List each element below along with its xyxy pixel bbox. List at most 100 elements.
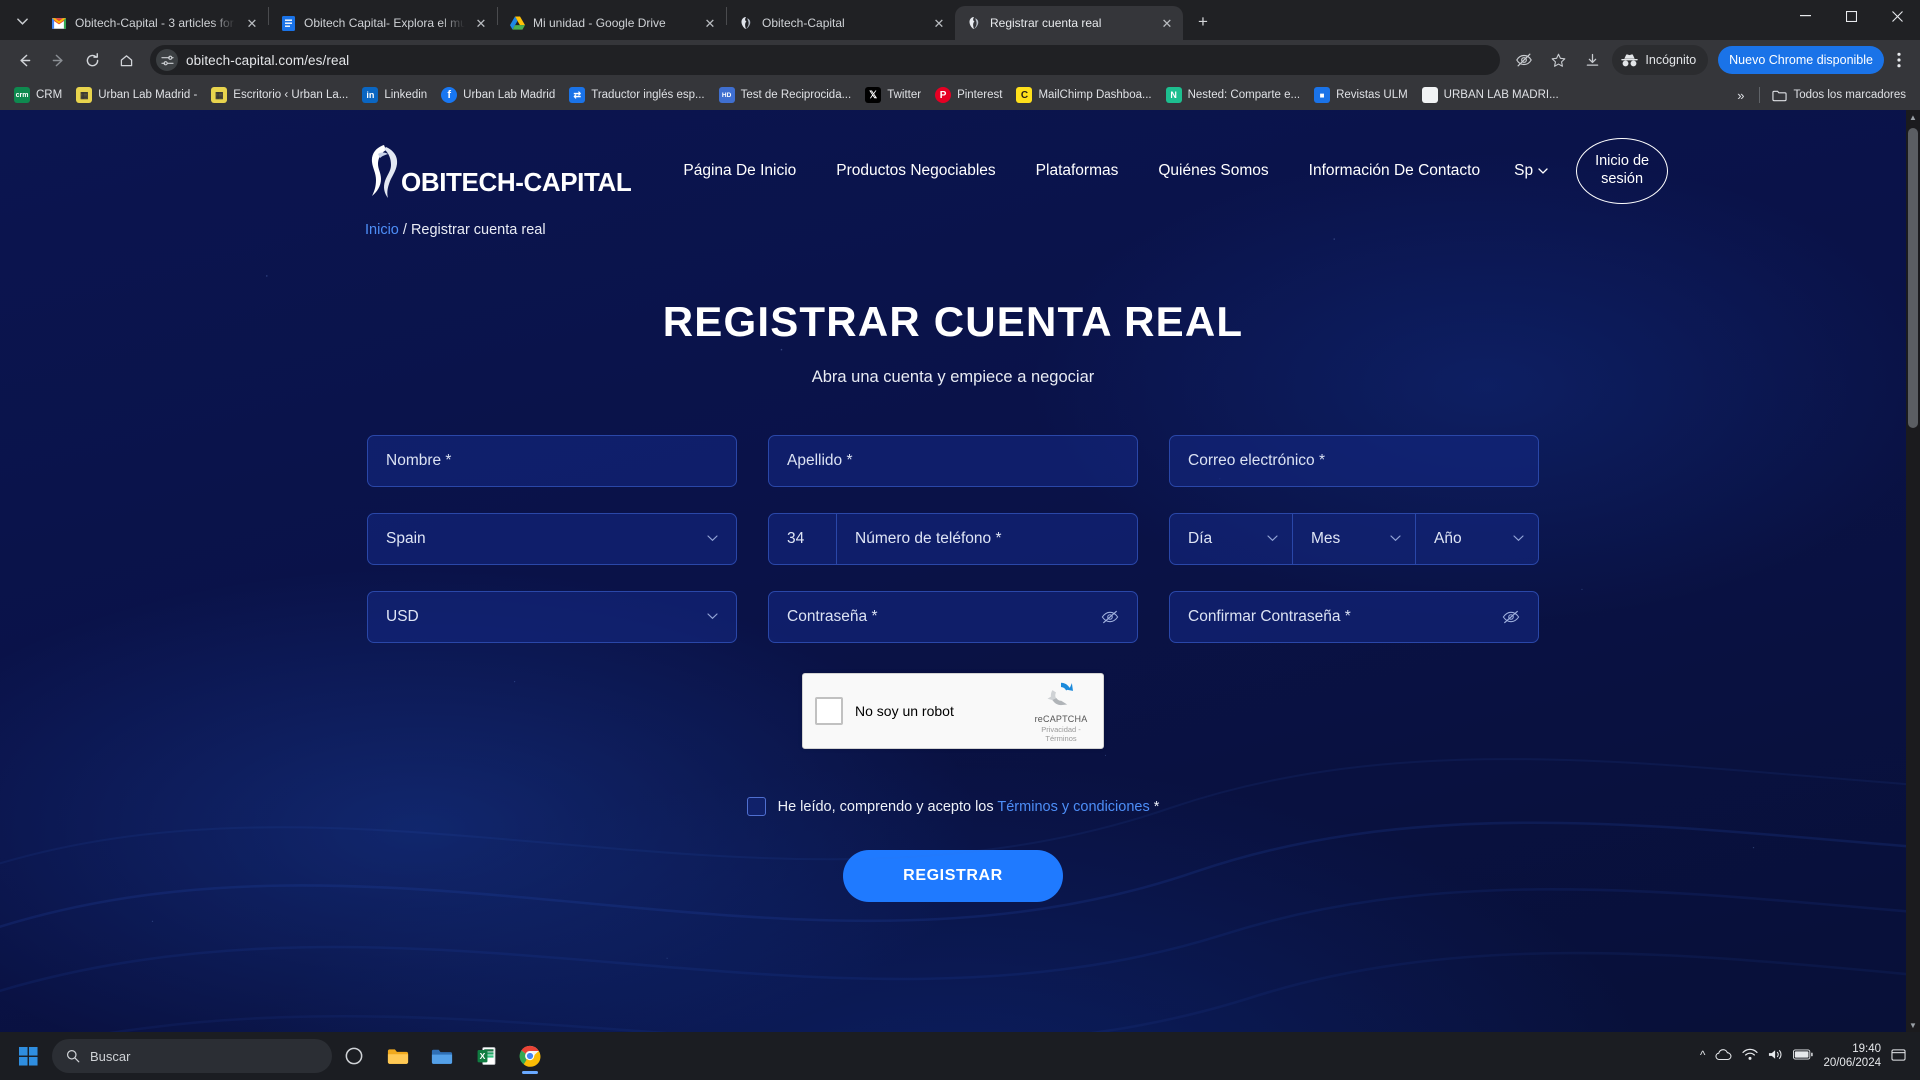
bookmark-item[interactable]: 𝕏 Twitter [859,84,927,106]
phone-country-code[interactable]: 34 [769,514,837,564]
bookmark-item[interactable]: ⇄ Traductor inglés esp... [563,84,710,106]
form-row-country-phone-dob: Spain 34 Número de teléfono * Día Mes Añ… [367,513,1539,565]
home-icon[interactable] [110,44,142,76]
new-tab-button[interactable]: + [1189,8,1217,36]
escritorio-icon: ▦ [211,87,228,103]
toggle-confirm-password-visibility-icon[interactable] [1502,609,1520,625]
year-select[interactable]: Año [1416,514,1538,564]
chrome-update-button[interactable]: Nuevo Chrome disponible [1718,46,1884,74]
tab-search-button[interactable] [8,7,36,35]
browser-tab[interactable]: Obitech Capital- Explora el mu ✕ [269,6,497,40]
taskbar-app-file-explorer[interactable] [420,1036,464,1076]
register-button[interactable]: REGISTRAR [843,850,1063,902]
day-select[interactable]: Día [1170,514,1293,564]
tab-close-icon[interactable]: ✕ [473,15,489,31]
back-arrow-icon[interactable] [8,44,40,76]
tune-icon[interactable] [156,49,178,71]
bookmark-item[interactable]: crm CRM [8,84,68,106]
incognito-indicator[interactable]: Incógnito [1612,45,1709,75]
bookmark-item[interactable]: ▦ Urban Lab Madrid - [70,84,203,106]
taskbar-app-chrome[interactable] [508,1036,552,1076]
network-icon[interactable] [1742,1048,1759,1064]
third-party-cookie-blocked-icon[interactable] [1508,44,1540,76]
login-button[interactable]: Inicio de sesión [1576,138,1669,204]
minimize-button[interactable] [1782,0,1828,32]
email-input[interactable]: Correo electrónico * [1169,435,1539,487]
nav-item-pagina-de-inicio[interactable]: Página De Inicio [663,152,816,190]
phone-number-input[interactable]: Número de teléfono * [837,514,1137,564]
nav-item-quienes-somos[interactable]: Quiénes Somos [1138,152,1288,190]
breadcrumb-home-link[interactable]: Inicio [365,222,399,238]
battery-icon[interactable] [1793,1049,1814,1063]
bookmarks-overflow-icon[interactable]: » [1729,88,1752,103]
docs-icon [280,15,296,31]
bookmark-star-icon[interactable] [1542,44,1574,76]
bookmark-item[interactable]: URBAN LAB MADRI... [1416,84,1565,106]
nav-item-plataformas[interactable]: Plataformas [1016,152,1139,190]
browser-tab[interactable]: Obitech-Capital ✕ [727,6,955,40]
recaptcha-terms-text[interactable]: Privacidad - Términos [1027,725,1095,743]
bookmark-item[interactable]: ▦ Escritorio ‹ Urban La... [205,84,354,106]
currency-select[interactable]: USD [367,591,737,643]
nav-item-informacion-de-contacto[interactable]: Información De Contacto [1289,152,1500,190]
all-bookmarks-button[interactable]: Todos los marcadores [1766,84,1913,106]
bookmark-item[interactable]: HD Test de Reciprocida... [713,84,858,106]
tab-close-icon[interactable]: ✕ [244,15,260,31]
tab-close-icon[interactable]: ✕ [931,15,947,31]
scroll-up-arrow[interactable]: ▲ [1906,110,1920,124]
recaptcha-branding: reCAPTCHA Privacidad - Términos [1027,679,1103,743]
downloads-icon[interactable] [1576,44,1608,76]
start-button[interactable] [8,1036,48,1076]
day-value: Día [1188,530,1213,547]
tray-expand-icon[interactable]: ^ [1700,1050,1705,1062]
pinterest-icon: P [935,87,952,103]
form-col: Apellido * [768,435,1138,487]
bookmark-item[interactable]: N Nested: Comparte e... [1160,84,1307,106]
reload-icon[interactable] [76,44,108,76]
country-select[interactable]: Spain [367,513,737,565]
password-input[interactable]: Contraseña * [768,591,1138,643]
bookmark-item[interactable]: ■ Revistas ULM [1308,84,1414,106]
tab-close-icon[interactable]: ✕ [1159,15,1175,31]
last-name-input[interactable]: Apellido * [768,435,1138,487]
address-bar[interactable]: obitech-capital.com/es/real [150,45,1501,75]
recaptcha-widget[interactable]: No soy un robot reCAPTCHA Privacidad - T… [802,673,1104,749]
terms-checkbox[interactable] [746,797,766,816]
language-selector[interactable]: Sp [1500,152,1562,190]
scroll-down-arrow[interactable]: ▼ [1906,1018,1920,1032]
site-logo[interactable]: OBITECH-CAPITAL [365,142,632,200]
maximize-button[interactable] [1828,0,1874,32]
bookmark-label: Revistas ULM [1336,89,1408,101]
taskbar-app-folder[interactable] [376,1036,420,1076]
month-select[interactable]: Mes [1293,514,1416,564]
chevron-down-icon [1513,533,1524,545]
forward-arrow-icon[interactable] [42,44,74,76]
bookmark-item[interactable]: f Urban Lab Madrid [435,84,561,106]
tab-close-icon[interactable]: ✕ [702,15,718,31]
browser-tab-active[interactable]: Registrar cuenta real ✕ [955,6,1183,40]
onedrive-icon[interactable] [1715,1048,1732,1064]
volume-icon[interactable] [1768,1048,1783,1064]
confirm-password-input[interactable]: Confirmar Contraseña * [1169,591,1539,643]
bookmark-item[interactable]: C MailChimp Dashboa... [1010,84,1157,106]
kebab-menu-icon[interactable] [1886,45,1912,75]
bookmark-item[interactable]: in Linkedin [356,84,433,106]
svg-text:X: X [479,1051,485,1061]
notification-icon[interactable] [1891,1048,1906,1065]
recaptcha-brand-text: reCAPTCHA [1034,714,1088,724]
recaptcha-checkbox[interactable] [815,697,843,725]
first-name-input[interactable]: Nombre * [367,435,737,487]
browser-tab[interactable]: Obitech-Capital - 3 articles for ✕ [40,6,268,40]
browser-tab[interactable]: Mi unidad - Google Drive ✕ [498,6,726,40]
taskbar-app-excel[interactable]: X [464,1036,508,1076]
nav-item-productos-negociables[interactable]: Productos Negociables [816,152,1015,190]
terms-and-conditions-link[interactable]: Términos y condiciones [997,799,1149,815]
bookmark-item[interactable]: P Pinterest [929,84,1008,106]
taskbar-app-copilot[interactable] [332,1036,376,1076]
toggle-password-visibility-icon[interactable] [1101,609,1119,625]
scrollbar-thumb[interactable] [1908,128,1918,428]
taskbar-clock[interactable]: 19:40 20/06/2024 [1823,1042,1881,1071]
taskbar-search-input[interactable]: Buscar [52,1039,332,1073]
close-button[interactable] [1874,0,1920,32]
page-scrollbar[interactable]: ▲ ▼ [1906,110,1920,1032]
